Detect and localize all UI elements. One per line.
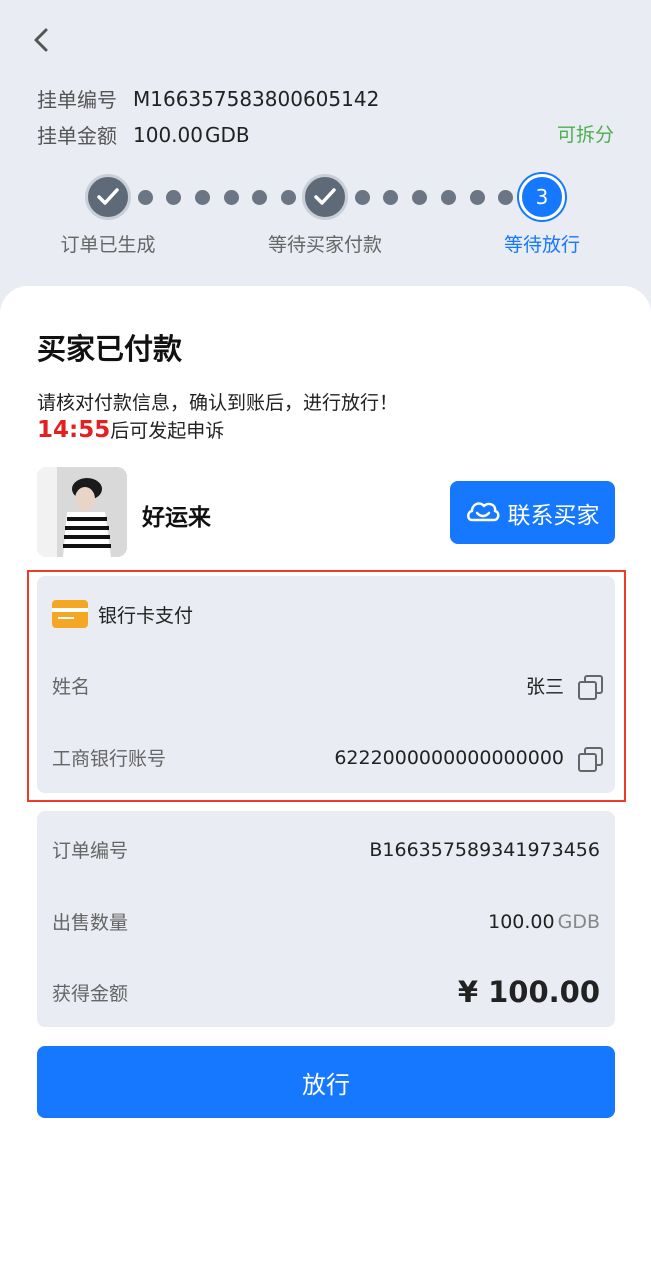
order-number-value: B166357589341973456 bbox=[369, 838, 600, 861]
sell-quantity-label: 出售数量 bbox=[52, 912, 129, 934]
progress-steps: 3 bbox=[0, 174, 651, 224]
payee-name-row: 姓名 张三 bbox=[52, 672, 603, 700]
listing-amount-value: 100.00 bbox=[133, 122, 203, 147]
earn-amount-label: 获得金额 bbox=[52, 982, 129, 1005]
step-dot bbox=[441, 190, 456, 205]
listing-number-value: M166357583800605142 bbox=[133, 86, 380, 111]
step-dot bbox=[166, 190, 181, 205]
bank-account-label: 工商银行账号 bbox=[52, 748, 167, 770]
chat-cloud-icon bbox=[466, 501, 499, 521]
sell-quantity-row: 出售数量 100.00 GDB bbox=[52, 908, 600, 935]
earn-amount-row: 获得金额 ¥ 100.00 bbox=[52, 975, 600, 1009]
order-panel: 订单编号 B166357589341973456 出售数量 100.00 GDB… bbox=[37, 811, 615, 1027]
step-2-check-icon bbox=[302, 174, 348, 220]
step-3-label: 等待放行 bbox=[503, 234, 581, 256]
step-dot bbox=[498, 190, 513, 205]
header-background bbox=[0, 0, 651, 320]
step-dot bbox=[355, 190, 370, 205]
listing-number-row: 挂单编号 M166357583800605142 bbox=[37, 84, 379, 113]
payment-method: 银行卡支付 bbox=[52, 600, 193, 628]
payment-panel: 银行卡支付 姓名 张三 工商银行账号 6222000000000000000 bbox=[37, 576, 615, 793]
page-title: 买家已付款 bbox=[37, 332, 183, 366]
listing-amount-unit: GDB bbox=[204, 122, 250, 147]
sell-quantity-value: 100.00 bbox=[488, 910, 555, 933]
avatar bbox=[37, 467, 127, 557]
payee-name-label: 姓名 bbox=[52, 676, 91, 698]
earn-amount-value: ¥ 100.00 bbox=[457, 975, 600, 1009]
appeal-hint: 后可发起申诉 bbox=[110, 420, 225, 442]
step-1-check-icon bbox=[85, 174, 131, 220]
listing-number-label: 挂单编号 bbox=[37, 88, 117, 112]
step-1-label: 订单已生成 bbox=[60, 234, 156, 256]
buyer-name: 好运来 bbox=[142, 505, 211, 531]
step-dot bbox=[224, 190, 239, 205]
splittable-tag: 可拆分 bbox=[556, 124, 614, 146]
order-number-label: 订单编号 bbox=[52, 840, 129, 862]
copy-icon[interactable] bbox=[578, 674, 603, 700]
chevron-left-icon bbox=[34, 28, 48, 52]
step-3-number: 3 bbox=[519, 174, 565, 220]
countdown-timer: 14:55 bbox=[37, 417, 111, 443]
bank-account-value: 6222000000000000000 bbox=[334, 746, 564, 769]
step-2-label: 等待买家付款 bbox=[267, 234, 383, 256]
payment-method-label: 银行卡支付 bbox=[98, 604, 194, 627]
payee-name-value: 张三 bbox=[525, 676, 564, 698]
step-dot bbox=[412, 190, 427, 205]
verify-hint: 请核对付款信息，确认到账后，进行放行！ bbox=[37, 392, 399, 414]
back-button[interactable] bbox=[24, 22, 60, 58]
order-number-row: 订单编号 B166357589341973456 bbox=[52, 836, 600, 863]
step-dot bbox=[470, 190, 485, 205]
bank-card-icon bbox=[52, 600, 88, 628]
appeal-timer-line: 14:55 后可发起申诉 bbox=[37, 416, 224, 443]
listing-amount-label: 挂单金额 bbox=[37, 124, 117, 148]
step-dot bbox=[138, 190, 153, 205]
step-dot bbox=[195, 190, 210, 205]
step-dot bbox=[383, 190, 398, 205]
copy-icon[interactable] bbox=[578, 746, 603, 772]
listing-amount-row: 挂单金额 100.00 GDB bbox=[37, 120, 250, 149]
release-button[interactable]: 放行 bbox=[37, 1046, 615, 1118]
step-dot bbox=[252, 190, 267, 205]
contact-buyer-button[interactable]: 联系买家 bbox=[450, 481, 615, 544]
bank-account-row: 工商银行账号 6222000000000000000 bbox=[52, 744, 603, 772]
step-dot bbox=[281, 190, 296, 205]
sell-quantity-unit: GDB bbox=[557, 910, 600, 933]
contact-buyer-label: 联系买家 bbox=[507, 502, 600, 529]
